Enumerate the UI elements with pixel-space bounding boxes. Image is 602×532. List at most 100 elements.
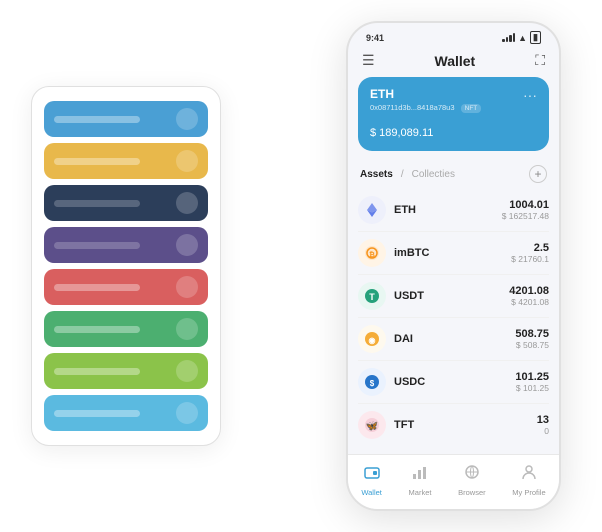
usdt-usd: $ 4201.08 bbox=[509, 297, 549, 307]
menu-icon[interactable]: ☰ bbox=[362, 52, 375, 69]
card-item[interactable] bbox=[44, 101, 208, 137]
nav-item-wallet[interactable]: Wallet bbox=[361, 463, 382, 497]
asset-row-eth[interactable]: ETH 1004.01 $ 162517.48 bbox=[358, 189, 549, 232]
eth-symbol: ETH bbox=[394, 204, 416, 216]
card-item[interactable] bbox=[44, 143, 208, 179]
asset-row-tft[interactable]: 🦋 TFT 13 0 bbox=[358, 404, 549, 446]
usdc-usd: $ 101.25 bbox=[515, 383, 549, 393]
asset-right: 4201.08 $ 4201.08 bbox=[509, 285, 549, 307]
eth-card[interactable]: ··· ETH 0x08711d3b...8418a78u3 NFT $189,… bbox=[358, 77, 549, 151]
status-icons: ▲ ▮ bbox=[502, 31, 541, 44]
imbtc-icon: ₿ bbox=[358, 239, 386, 267]
card-line bbox=[54, 326, 140, 333]
card-item[interactable] bbox=[44, 395, 208, 431]
assets-header: Assets / Collecties + bbox=[348, 161, 559, 189]
browser-nav-icon bbox=[463, 463, 481, 486]
eth-usd: $ 162517.48 bbox=[502, 211, 549, 221]
svg-text:🦋: 🦋 bbox=[366, 421, 379, 432]
imbtc-usd: $ 21760.1 bbox=[511, 254, 549, 264]
usdc-amount: 101.25 bbox=[515, 371, 549, 383]
svg-text:T: T bbox=[369, 292, 375, 302]
tft-amount: 13 bbox=[537, 414, 549, 426]
dai-amount: 508.75 bbox=[515, 328, 549, 340]
usdt-symbol: USDT bbox=[394, 290, 424, 302]
eth-card-menu[interactable]: ··· bbox=[523, 87, 537, 103]
expand-icon[interactable]: ⛶ bbox=[535, 52, 545, 69]
battery-icon: ▮ bbox=[530, 31, 541, 44]
card-item[interactable] bbox=[44, 185, 208, 221]
wifi-icon: ▲ bbox=[518, 33, 527, 43]
svg-text:₿: ₿ bbox=[369, 251, 375, 259]
card-icon bbox=[176, 318, 198, 340]
usdc-icon: $ bbox=[358, 368, 386, 396]
nav-item-profile[interactable]: My Profile bbox=[512, 463, 545, 497]
asset-left: $ USDC bbox=[358, 368, 425, 396]
asset-right: 101.25 $ 101.25 bbox=[515, 371, 549, 393]
add-asset-button[interactable]: + bbox=[529, 165, 547, 183]
imbtc-symbol: imBTC bbox=[394, 247, 429, 259]
asset-row-dai[interactable]: ◉ DAI 508.75 $ 508.75 bbox=[358, 318, 549, 361]
asset-left: ◉ DAI bbox=[358, 325, 413, 353]
card-item[interactable] bbox=[44, 353, 208, 389]
tft-symbol: TFT bbox=[394, 419, 414, 431]
asset-row-usdc[interactable]: $ USDC 101.25 $ 101.25 bbox=[358, 361, 549, 404]
eth-amount: 1004.01 bbox=[502, 199, 549, 211]
card-icon bbox=[176, 150, 198, 172]
card-line bbox=[54, 158, 140, 165]
page-title: Wallet bbox=[435, 53, 476, 69]
asset-left: T USDT bbox=[358, 282, 424, 310]
asset-right: 13 0 bbox=[537, 414, 549, 436]
nav-label-market: Market bbox=[409, 488, 432, 497]
scene: 9:41 ▲ ▮ ☰ Wallet ⛶ ··· ETH bbox=[11, 11, 591, 521]
nav-label-wallet: Wallet bbox=[361, 488, 382, 497]
asset-left: ₿ imBTC bbox=[358, 239, 429, 267]
usdt-amount: 4201.08 bbox=[509, 285, 549, 297]
eth-card-address: 0x08711d3b...8418a78u3 NFT bbox=[370, 103, 537, 112]
dai-icon: ◉ bbox=[358, 325, 386, 353]
nav-item-market[interactable]: Market bbox=[409, 463, 432, 497]
imbtc-amount: 2.5 bbox=[511, 242, 549, 254]
card-icon bbox=[176, 276, 198, 298]
market-nav-icon bbox=[411, 463, 429, 486]
card-line bbox=[54, 368, 140, 375]
asset-row-usdt[interactable]: T USDT 4201.08 $ 4201.08 bbox=[358, 275, 549, 318]
card-icon bbox=[176, 402, 198, 424]
asset-list: ETH 1004.01 $ 162517.48 ₿ imBTC bbox=[348, 189, 559, 446]
card-line bbox=[54, 410, 140, 417]
nav-label-browser: Browser bbox=[458, 488, 486, 497]
nav-item-browser[interactable]: Browser bbox=[458, 463, 486, 497]
tft-usd: 0 bbox=[537, 426, 549, 436]
card-stack bbox=[31, 86, 221, 446]
usdc-symbol: USDC bbox=[394, 376, 425, 388]
tab-collecties[interactable]: Collecties bbox=[412, 169, 455, 180]
phone: 9:41 ▲ ▮ ☰ Wallet ⛶ ··· ETH bbox=[346, 21, 561, 511]
usdt-icon: T bbox=[358, 282, 386, 310]
card-line bbox=[54, 116, 140, 123]
dai-usd: $ 508.75 bbox=[515, 340, 549, 350]
card-item[interactable] bbox=[44, 269, 208, 305]
eth-card-balance: $189,089.11 bbox=[370, 120, 537, 141]
card-icon bbox=[176, 234, 198, 256]
asset-left: 🦋 TFT bbox=[358, 411, 414, 439]
asset-row-imbtc[interactable]: ₿ imBTC 2.5 $ 21760.1 bbox=[358, 232, 549, 275]
phone-header: ☰ Wallet ⛶ bbox=[348, 48, 559, 77]
card-icon bbox=[176, 108, 198, 130]
asset-left: ETH bbox=[358, 196, 416, 224]
status-bar: 9:41 ▲ ▮ bbox=[348, 23, 559, 48]
card-icon bbox=[176, 192, 198, 214]
eth-icon bbox=[358, 196, 386, 224]
tab-assets[interactable]: Assets bbox=[360, 169, 393, 180]
card-item[interactable] bbox=[44, 311, 208, 347]
card-line bbox=[54, 242, 140, 249]
profile-nav-icon bbox=[520, 463, 538, 486]
svg-text:◉: ◉ bbox=[369, 336, 376, 345]
signal-icon bbox=[502, 33, 515, 42]
bottom-nav: Wallet Market Browser My Profile bbox=[348, 454, 559, 509]
card-icon bbox=[176, 360, 198, 382]
eth-card-symbol: ETH bbox=[370, 87, 537, 101]
asset-right: 508.75 $ 508.75 bbox=[515, 328, 549, 350]
card-line bbox=[54, 200, 140, 207]
card-line bbox=[54, 284, 140, 291]
card-item[interactable] bbox=[44, 227, 208, 263]
dai-symbol: DAI bbox=[394, 333, 413, 345]
